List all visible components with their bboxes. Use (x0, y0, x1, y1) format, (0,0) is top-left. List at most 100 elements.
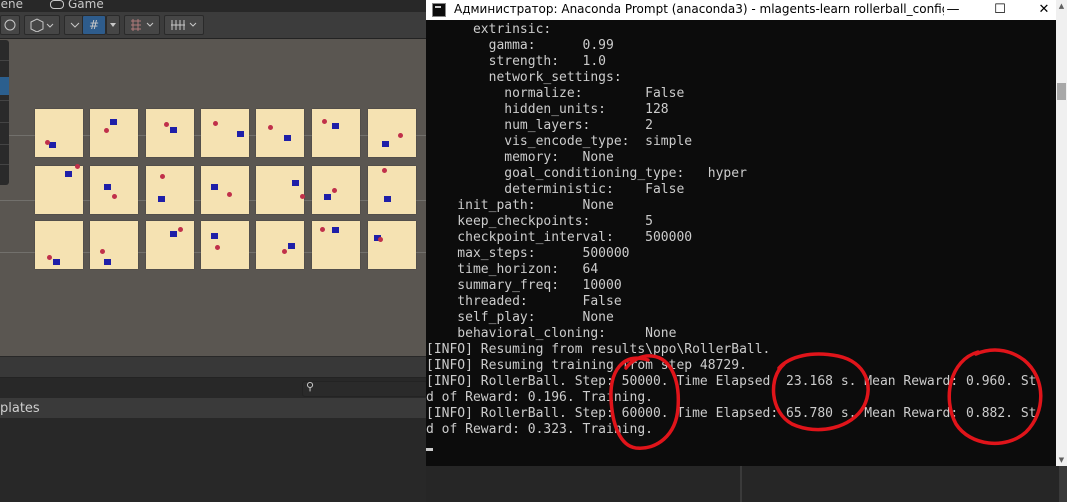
snap-dropdown[interactable] (124, 15, 160, 35)
training-area-tile[interactable] (201, 166, 249, 214)
agent-cube (158, 196, 165, 202)
scene-toolbar: # (0, 12, 426, 39)
grid-toggle-button[interactable]: # (82, 15, 106, 35)
training-area-tile[interactable] (201, 109, 249, 157)
console-output[interactable]: extrinsic: gamma: 0.99 strength: 1.0 net… (426, 22, 1041, 438)
templates-label: plates (0, 401, 40, 416)
console-line: network_settings: (426, 70, 622, 85)
tool-selected[interactable] (0, 77, 9, 95)
training-area-tile[interactable] (90, 166, 138, 214)
console-line: [INFO] RollerBall. Step: 60000. Time Ela… (426, 406, 1037, 421)
increment-snap-dropdown[interactable] (164, 15, 204, 35)
training-area-tile[interactable] (312, 221, 360, 269)
terminal-icon (432, 3, 446, 17)
tab-scene[interactable]: cene (0, 0, 23, 11)
console-line: gamma: 0.99 (426, 38, 614, 53)
chevron-down-icon (110, 23, 116, 27)
tool-divider (0, 164, 9, 165)
training-area-tile[interactable] (146, 109, 194, 157)
agent-cube (288, 243, 295, 249)
training-area-tile[interactable] (256, 109, 304, 157)
editor-tab-bar: cene Game (0, 0, 426, 12)
console-line: num_layers: 2 (426, 118, 653, 133)
training-area-tile[interactable] (368, 221, 416, 269)
panel-divider (740, 466, 742, 502)
close-button[interactable]: ✕ (1022, 0, 1056, 20)
agent-cube (292, 180, 299, 186)
target-ball (322, 119, 327, 124)
console-line: [INFO] RollerBall. Step: 50000. Time Ela… (426, 374, 1037, 389)
training-area-tile[interactable] (146, 221, 194, 269)
training-area-tile[interactable] (90, 221, 138, 269)
console-line: deterministic: False (426, 182, 685, 197)
training-area-tile[interactable] (256, 166, 305, 214)
cube-icon (30, 18, 54, 33)
tool-divider (0, 60, 9, 61)
training-area-tile[interactable] (35, 109, 83, 157)
target-ball (382, 168, 387, 173)
tab-game-label: Game (68, 0, 104, 11)
training-area-tile[interactable] (35, 221, 83, 269)
scrollbar-thumb[interactable] (1057, 83, 1066, 100)
training-area-tile[interactable] (256, 221, 304, 269)
target-ball (320, 227, 325, 232)
scene-viewport[interactable] (0, 39, 426, 356)
training-area-tile[interactable] (90, 109, 138, 157)
target-ball (215, 245, 220, 250)
minimize-button[interactable]: — (931, 0, 975, 20)
agent-cube (104, 184, 111, 190)
training-area-tile[interactable] (146, 166, 194, 214)
training-area-tile[interactable] (35, 164, 83, 214)
target-ball (160, 174, 165, 179)
target-ball (104, 128, 109, 133)
target-ball (282, 249, 287, 254)
text-cursor (426, 448, 433, 451)
agent-cube (53, 259, 60, 265)
panel-edge (1059, 466, 1067, 502)
target-ball (112, 194, 117, 199)
scroll-down-icon[interactable]: ▼ (1056, 454, 1067, 466)
training-area-tile[interactable] (368, 109, 416, 157)
target-ball (75, 164, 80, 169)
window-titlebar[interactable]: Администратор: Anaconda Prompt (anaconda… (426, 0, 1056, 20)
console-line: strength: 1.0 (426, 54, 607, 69)
globe-icon (4, 19, 16, 31)
snap-icon (131, 19, 154, 31)
draw-mode-dropdown[interactable] (24, 15, 60, 35)
console-line: d of Reward: 0.196. Training. (426, 390, 653, 405)
agent-cube (332, 227, 339, 233)
console-line: normalize: False (426, 86, 685, 101)
console-scrollbar[interactable]: ▲ ▼ (1056, 0, 1067, 466)
console-line: threaded: False (426, 294, 622, 309)
training-area-tile[interactable] (201, 221, 249, 269)
target-ball (268, 125, 273, 130)
shading-mode-button[interactable] (0, 15, 20, 35)
agent-cube (284, 135, 291, 141)
console-line: [INFO] Resuming training from step 48729… (426, 358, 747, 373)
console-line: memory: None (426, 150, 614, 165)
tool-overlay-panel[interactable] (0, 40, 9, 185)
training-area-tile[interactable] (312, 109, 360, 157)
maximize-button[interactable]: ☐ (978, 0, 1022, 20)
training-area-tile[interactable] (368, 166, 416, 214)
target-ball (332, 188, 337, 193)
console-line: self_play: None (426, 310, 614, 325)
console-line: hidden_units: 128 (426, 102, 669, 117)
project-header (0, 398, 426, 418)
search-input[interactable]: ⚲ (302, 380, 426, 397)
chevron-down-icon (70, 22, 80, 28)
console-line: time_horizon: 64 (426, 262, 599, 277)
target-ball (45, 140, 50, 145)
agent-cube (170, 231, 177, 237)
ruler-icon (171, 20, 197, 30)
console-window[interactable]: Администратор: Anaconda Prompt (anaconda… (426, 0, 1056, 466)
console-line: summary_freq: 10000 (426, 278, 622, 293)
tab-game[interactable]: Game (50, 0, 104, 11)
grid-dropdown[interactable] (106, 15, 120, 35)
training-area-tile[interactable] (312, 166, 360, 214)
target-ball (398, 133, 403, 138)
target-ball (164, 122, 169, 127)
scroll-up-icon[interactable]: ▲ (1056, 0, 1067, 12)
project-toolbar (0, 357, 426, 378)
background-panels (426, 466, 1067, 502)
